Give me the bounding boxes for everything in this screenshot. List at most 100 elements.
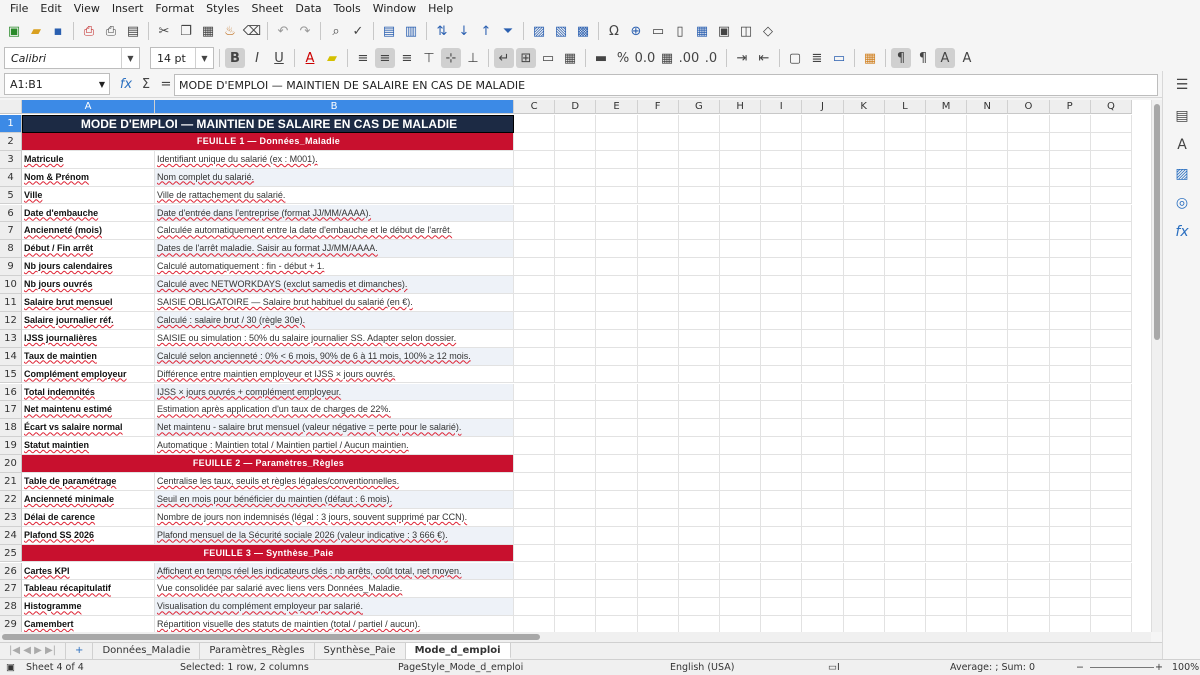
split-window-icon[interactable]: ◫: [736, 21, 756, 41]
empty-cell[interactable]: [884, 508, 926, 527]
empty-cell[interactable]: [678, 276, 720, 294]
empty-cell[interactable]: [596, 598, 638, 617]
empty-cell[interactable]: [596, 222, 638, 241]
empty-cell[interactable]: [678, 437, 720, 456]
empty-cell[interactable]: [637, 598, 679, 617]
empty-cell[interactable]: [514, 437, 556, 456]
unmerge-cells-icon[interactable]: ▦: [560, 48, 580, 68]
open-folder-icon[interactable]: ▰: [26, 21, 46, 41]
empty-cell[interactable]: [1090, 455, 1132, 473]
row-icon[interactable]: ▤: [379, 21, 399, 41]
empty-cell[interactable]: [720, 115, 762, 133]
empty-cell[interactable]: [884, 383, 926, 402]
empty-cell[interactable]: [720, 132, 762, 151]
empty-cell[interactable]: [843, 347, 885, 366]
row-header[interactable]: 21: [0, 473, 22, 491]
empty-cell[interactable]: [884, 204, 926, 223]
spellcheck-icon[interactable]: ✓: [348, 21, 368, 41]
empty-cell[interactable]: [884, 526, 926, 545]
empty-cell[interactable]: [1090, 204, 1132, 223]
empty-cell[interactable]: [678, 383, 720, 402]
column-header-k[interactable]: K: [843, 100, 885, 114]
empty-cell[interactable]: [926, 329, 968, 348]
description-cell[interactable]: Centralise les taux, seuils et règles lé…: [155, 473, 514, 491]
empty-cell[interactable]: [1090, 598, 1132, 617]
empty-cell[interactable]: [514, 311, 556, 330]
first-sheet-icon[interactable]: |◀ ◀ ▶ ▶|: [0, 643, 67, 659]
empty-cell[interactable]: [844, 616, 885, 632]
empty-cell[interactable]: [678, 150, 720, 169]
empty-cell[interactable]: [514, 562, 556, 581]
empty-cell[interactable]: [514, 455, 556, 473]
empty-cell[interactable]: [555, 419, 597, 438]
empty-cell[interactable]: [1090, 473, 1132, 491]
sheet-tab[interactable]: Mode_d_emploi: [405, 643, 511, 659]
empty-cell[interactable]: [1049, 383, 1091, 402]
status-page-style[interactable]: PageStyle_Mode_d_emploi: [398, 662, 523, 673]
label-cell[interactable]: Salaire journalier réf.: [22, 311, 155, 330]
empty-cell[interactable]: [1008, 383, 1050, 402]
label-cell[interactable]: Plafond SS 2026: [22, 526, 155, 545]
status-zoom[interactable]: 100%: [1172, 662, 1199, 673]
empty-cell[interactable]: [637, 437, 679, 456]
empty-cell[interactable]: [1049, 150, 1091, 169]
paste-icon[interactable]: ▦: [198, 21, 218, 41]
highlight-color-icon[interactable]: ▰: [322, 48, 342, 68]
empty-cell[interactable]: [596, 580, 638, 599]
empty-cell[interactable]: [720, 204, 762, 223]
chevron-down-icon[interactable]: ▼: [195, 48, 213, 68]
empty-cell[interactable]: [1090, 168, 1132, 187]
menu-item-edit[interactable]: Edit: [34, 2, 67, 15]
column-header-b[interactable]: B: [155, 100, 514, 114]
empty-cell[interactable]: [967, 132, 1009, 151]
empty-cell[interactable]: [926, 490, 968, 509]
column-header-i[interactable]: I: [761, 100, 803, 114]
empty-cell[interactable]: [637, 294, 679, 312]
empty-cell[interactable]: [1008, 150, 1050, 169]
empty-cell[interactable]: [720, 580, 762, 599]
empty-cell[interactable]: [1090, 437, 1132, 456]
label-cell[interactable]: Taux de maintien: [22, 347, 155, 366]
empty-cell[interactable]: [1049, 276, 1091, 294]
empty-cell[interactable]: [1090, 526, 1132, 545]
empty-cell[interactable]: [1049, 186, 1091, 205]
text-ltr-icon[interactable]: ¶: [891, 48, 911, 68]
text-rtl-icon[interactable]: ¶: [913, 48, 933, 68]
empty-cell[interactable]: [1008, 562, 1050, 581]
empty-cell[interactable]: [637, 526, 679, 545]
decrease-indent-icon[interactable]: ⇤: [754, 48, 774, 68]
align-right-icon[interactable]: ≡: [397, 48, 417, 68]
empty-cell[interactable]: [884, 240, 926, 259]
description-cell[interactable]: Date d'entrée dans l'entreprise (format …: [155, 204, 514, 223]
empty-cell[interactable]: [843, 276, 885, 294]
empty-cell[interactable]: [802, 132, 844, 151]
label-cell[interactable]: Statut maintien: [22, 437, 155, 456]
empty-cell[interactable]: [678, 508, 720, 527]
menu-item-tools[interactable]: Tools: [328, 2, 367, 15]
empty-cell[interactable]: [1090, 276, 1132, 294]
wrap-text-icon[interactable]: ↵: [494, 48, 514, 68]
row-header[interactable]: 18: [0, 419, 22, 438]
empty-cell[interactable]: [1049, 258, 1091, 277]
column-header-o[interactable]: O: [1008, 100, 1050, 114]
empty-cell[interactable]: [761, 240, 803, 259]
font-size-box[interactable]: 14 pt ▼: [150, 47, 214, 69]
font-name-box[interactable]: Calibri ▼: [4, 47, 140, 69]
label-cell[interactable]: Ville: [22, 186, 155, 205]
status-language[interactable]: English (USA): [670, 662, 734, 673]
empty-cell[interactable]: [926, 347, 968, 366]
empty-cell[interactable]: [596, 347, 638, 366]
empty-cell[interactable]: [596, 204, 638, 223]
empty-cell[interactable]: [514, 294, 556, 312]
empty-cell[interactable]: [1090, 562, 1132, 581]
empty-cell[interactable]: [678, 544, 720, 563]
empty-cell[interactable]: [843, 544, 885, 563]
empty-cell[interactable]: [884, 580, 926, 599]
empty-cell[interactable]: [596, 294, 638, 312]
empty-cell[interactable]: [884, 222, 926, 241]
empty-cell[interactable]: [926, 598, 968, 617]
empty-cell[interactable]: [720, 598, 762, 617]
empty-cell[interactable]: [596, 168, 638, 187]
empty-cell[interactable]: [884, 276, 926, 294]
empty-cell[interactable]: [678, 455, 720, 473]
